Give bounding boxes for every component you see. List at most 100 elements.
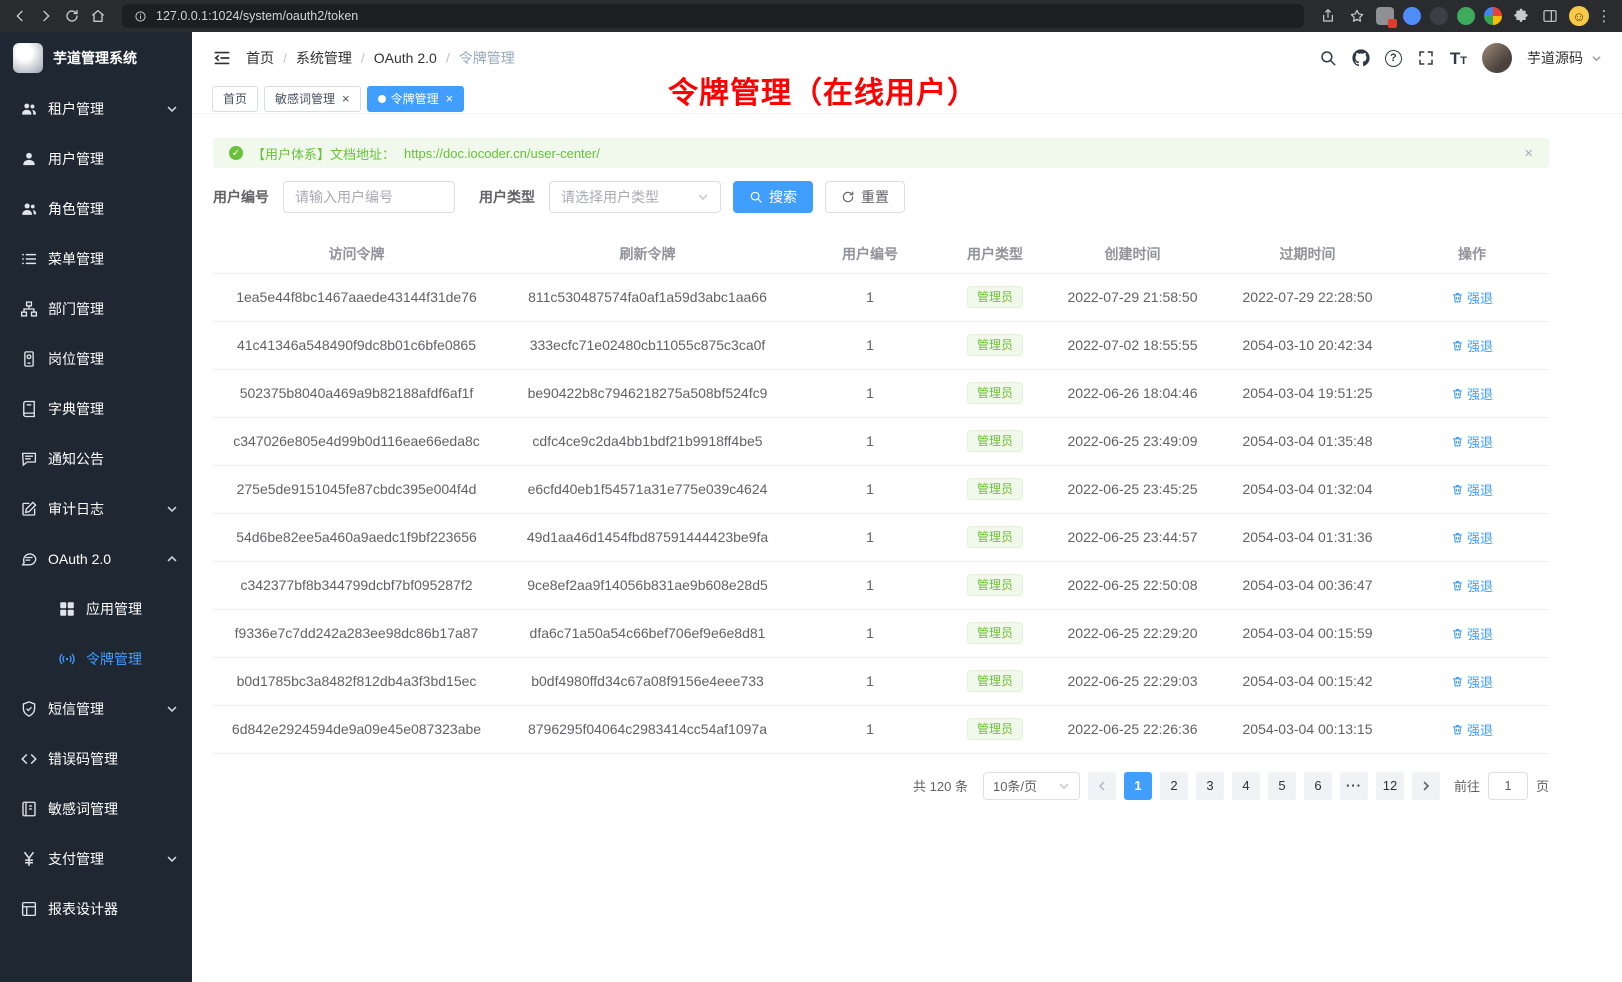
search-icon[interactable] xyxy=(1319,49,1337,67)
sidebar-item-error-code[interactable]: 错误码管理 xyxy=(0,734,192,784)
alert-doc-link[interactable]: https://doc.iocoder.cn/user-center/ xyxy=(404,146,600,161)
extensions-puzzle-icon[interactable] xyxy=(1511,6,1531,26)
force-logout-button[interactable]: 强退 xyxy=(1451,672,1493,691)
cell-user-id: 1 xyxy=(795,657,945,705)
force-logout-button[interactable]: 强退 xyxy=(1451,336,1493,355)
help-icon[interactable]: ? xyxy=(1385,50,1402,67)
sidebar-item-tenant[interactable]: 租户管理 xyxy=(0,84,192,134)
browser-menu-icon[interactable]: ⋮ xyxy=(1598,7,1610,25)
page-size-select[interactable]: 10条/页 xyxy=(983,772,1080,800)
back-icon[interactable] xyxy=(10,6,30,26)
bookmark-star-icon[interactable] xyxy=(1347,6,1367,26)
sidebar-item-sensitive-word[interactable]: 敏感词管理 xyxy=(0,784,192,834)
sidebar-item-notice[interactable]: 通知公告 xyxy=(0,434,192,484)
more-pages-button[interactable]: ··· xyxy=(1340,772,1368,800)
address-bar[interactable]: 127.0.0.1:1024/system/oauth2/token xyxy=(122,4,1304,28)
app-icon xyxy=(58,600,76,618)
goto-page-input[interactable] xyxy=(1488,772,1528,800)
dept-icon xyxy=(20,300,38,318)
username[interactable]: 芋道源码 xyxy=(1527,48,1583,68)
cell-refresh-token: cdfc4ce9c2da4bb1bdf21b9918ff4be5 xyxy=(500,417,795,465)
sidebar-item-token[interactable]: 令牌管理 xyxy=(0,634,192,684)
app-logo[interactable]: 芋道管理系统 xyxy=(0,32,192,84)
force-logout-button[interactable]: 强退 xyxy=(1451,432,1493,451)
tab-sensitive-word[interactable]: 敏感词管理× xyxy=(264,86,361,112)
sidebar-item-sms[interactable]: 短信管理 xyxy=(0,684,192,734)
page-button-4[interactable]: 4 xyxy=(1232,772,1260,800)
sidebar-item-role[interactable]: 角色管理 xyxy=(0,184,192,234)
force-logout-button[interactable]: 强退 xyxy=(1451,288,1493,307)
sidebar-item-audit-log[interactable]: 审计日志 xyxy=(0,484,192,534)
sidebar-item-menu[interactable]: 菜单管理 xyxy=(0,234,192,284)
extension-icon[interactable] xyxy=(1403,7,1421,25)
delete-icon xyxy=(1451,675,1464,688)
fullscreen-icon[interactable] xyxy=(1417,49,1435,67)
breadcrumb-item[interactable]: 首页 xyxy=(246,48,274,68)
user-id-input[interactable] xyxy=(283,181,455,213)
github-icon[interactable] xyxy=(1352,49,1370,67)
sidebar-item-pay[interactable]: 支付管理 xyxy=(0,834,192,884)
close-tab-icon[interactable]: × xyxy=(446,92,454,105)
sidebar-item-post[interactable]: 岗位管理 xyxy=(0,334,192,384)
cell-expire-time: 2054-03-04 00:15:59 xyxy=(1220,609,1395,657)
home-icon[interactable] xyxy=(88,6,108,26)
user-id-label: 用户编号 xyxy=(213,187,269,207)
sidebar-item-label: OAuth 2.0 xyxy=(48,551,111,567)
user-type-badge: 管理员 xyxy=(967,526,1023,548)
page-button-2[interactable]: 2 xyxy=(1160,772,1188,800)
sidebar-item-label: 岗位管理 xyxy=(48,349,104,369)
extension-icon[interactable] xyxy=(1430,7,1448,25)
force-logout-button[interactable]: 强退 xyxy=(1451,624,1493,643)
close-tab-icon[interactable]: × xyxy=(342,92,350,105)
force-logout-button[interactable]: 强退 xyxy=(1451,528,1493,547)
cell-refresh-token: 333ecfc71e02480cb11055c875c3ca0f xyxy=(500,321,795,369)
cell-expire-time: 2054-03-04 01:32:04 xyxy=(1220,465,1395,513)
alert-close-icon[interactable]: × xyxy=(1524,145,1533,162)
breadcrumb-item[interactable]: OAuth 2.0 xyxy=(374,50,437,66)
reset-button[interactable]: 重置 xyxy=(825,181,905,213)
force-logout-label: 强退 xyxy=(1467,624,1493,643)
sidebar-item-label: 字典管理 xyxy=(48,399,104,419)
forward-icon[interactable] xyxy=(36,6,56,26)
page-button-12[interactable]: 12 xyxy=(1376,772,1404,800)
site-info-icon[interactable] xyxy=(132,8,148,24)
extension-icon[interactable] xyxy=(1457,7,1475,25)
share-icon[interactable] xyxy=(1318,6,1338,26)
page-button-5[interactable]: 5 xyxy=(1268,772,1296,800)
search-button[interactable]: 搜索 xyxy=(733,181,813,213)
page-button-3[interactable]: 3 xyxy=(1196,772,1224,800)
reload-icon[interactable] xyxy=(62,6,82,26)
user-avatar[interactable] xyxy=(1482,43,1512,73)
sidebar-item-report-designer[interactable]: 报表设计器 xyxy=(0,884,192,934)
url-text: 127.0.0.1:1024/system/oauth2/token xyxy=(156,9,358,23)
tab-token[interactable]: 令牌管理× xyxy=(367,86,465,112)
collapse-sidebar-icon[interactable] xyxy=(212,48,232,68)
user-menu-caret-icon[interactable] xyxy=(1591,53,1602,64)
tab-home[interactable]: 首页 xyxy=(212,86,258,112)
split-view-icon[interactable] xyxy=(1540,6,1560,26)
cell-action: 强退 xyxy=(1395,369,1549,417)
pay-icon xyxy=(20,850,38,868)
sidebar-item-app[interactable]: 应用管理 xyxy=(0,584,192,634)
next-page-button[interactable] xyxy=(1412,772,1440,800)
browser-profile-avatar[interactable]: ☺ xyxy=(1569,6,1589,26)
sensitive-icon xyxy=(20,800,38,818)
sidebar-item-oauth2[interactable]: OAuth 2.0 xyxy=(0,534,192,584)
breadcrumb-item[interactable]: 系统管理 xyxy=(296,48,352,68)
font-size-icon[interactable]: TT xyxy=(1450,50,1467,67)
extension-icon[interactable] xyxy=(1484,7,1502,25)
extension-icon[interactable] xyxy=(1376,7,1394,25)
prev-page-button[interactable] xyxy=(1088,772,1116,800)
sidebar-item-dict[interactable]: 字典管理 xyxy=(0,384,192,434)
user-type-badge: 管理员 xyxy=(967,574,1023,596)
user-type-select[interactable]: 请选择用户类型 xyxy=(549,181,721,213)
force-logout-button[interactable]: 强退 xyxy=(1451,480,1493,499)
sidebar-item-dept[interactable]: 部门管理 xyxy=(0,284,192,334)
page-button-6[interactable]: 6 xyxy=(1304,772,1332,800)
page-button-1[interactable]: 1 xyxy=(1124,772,1152,800)
force-logout-button[interactable]: 强退 xyxy=(1451,720,1493,739)
sidebar-item-user[interactable]: 用户管理 xyxy=(0,134,192,184)
force-logout-button[interactable]: 强退 xyxy=(1451,576,1493,595)
force-logout-button[interactable]: 强退 xyxy=(1451,384,1493,403)
sidebar-item-label: 通知公告 xyxy=(48,449,104,469)
